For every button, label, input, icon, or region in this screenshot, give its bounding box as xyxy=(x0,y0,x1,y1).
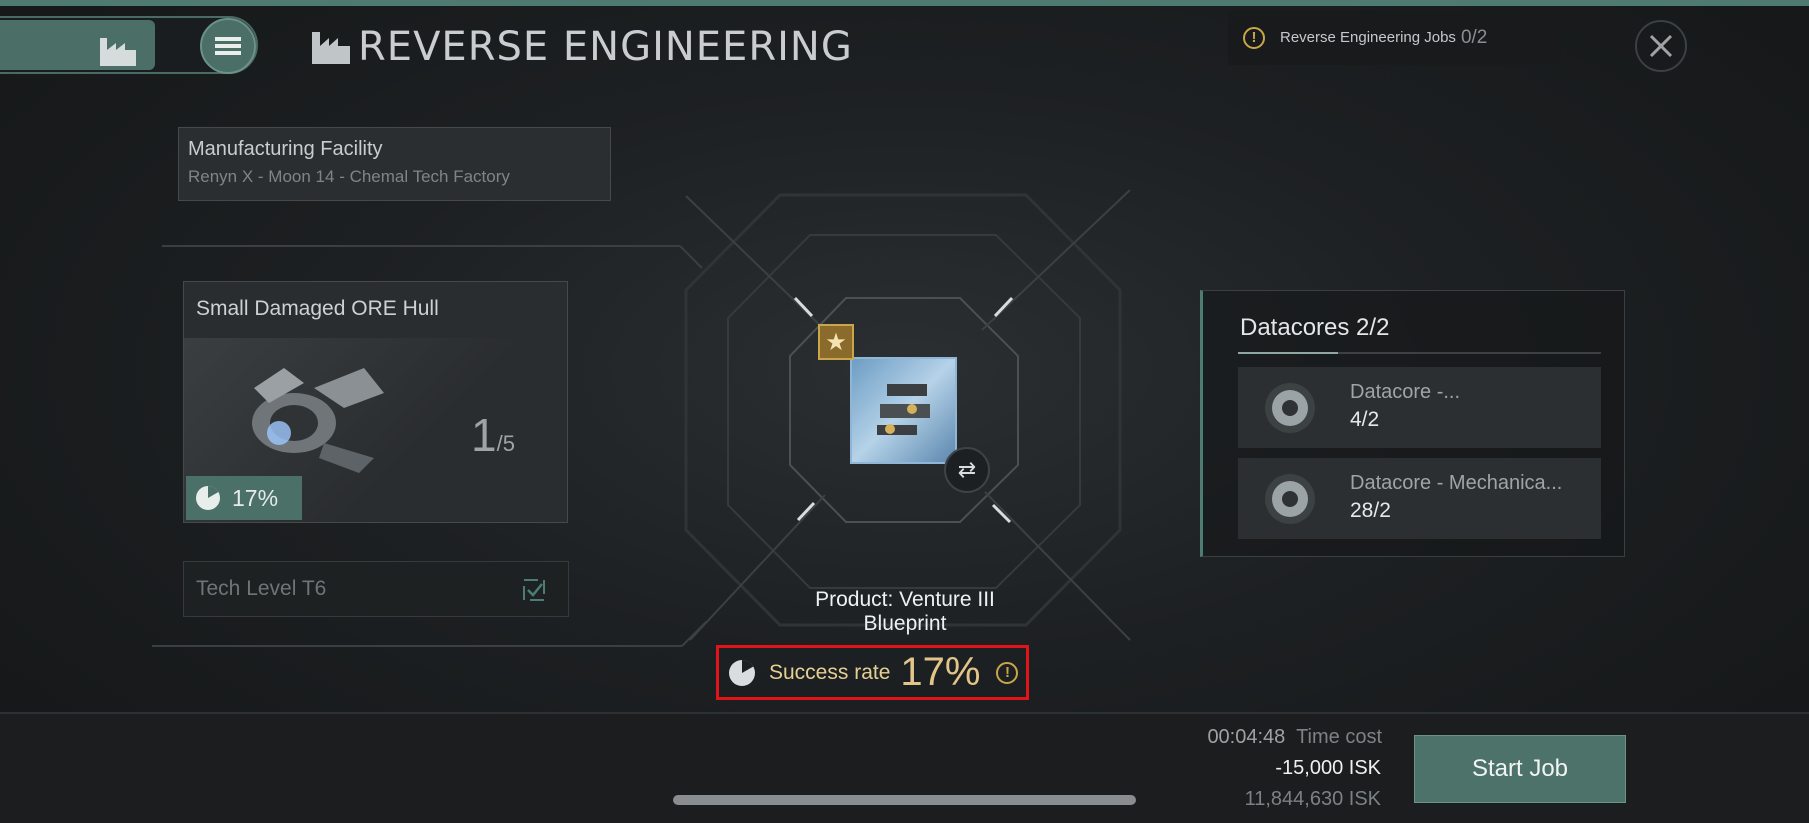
jobs-count: 0/2 xyxy=(1460,26,1488,48)
success-rate: Success rate 17% ! xyxy=(716,645,1029,700)
quantity-total: /5 xyxy=(496,431,515,456)
datacores-title: Datacores 2/2 xyxy=(1240,314,1390,341)
hamburger-icon xyxy=(215,34,241,58)
datacore-count: 28/2 xyxy=(1350,499,1391,522)
menu-button[interactable] xyxy=(200,18,256,74)
datacore-icon xyxy=(1265,383,1315,433)
tech-level-label: Tech Level T6 xyxy=(196,577,327,600)
datacore-item[interactable]: Datacore -... 4/2 xyxy=(1238,367,1601,448)
venture-ship-icon xyxy=(877,384,930,435)
isk-balance: 11,844,630 ISK xyxy=(1244,788,1381,810)
facility-box[interactable]: Manufacturing Facility Renyn X - Moon 14… xyxy=(178,127,611,201)
swap-arrows-icon: ⇄ xyxy=(957,457,977,482)
item-name: Small Damaged ORE Hull xyxy=(184,282,567,338)
time-label: Time cost xyxy=(1296,726,1382,748)
info-warning-icon[interactable]: ! xyxy=(996,661,1019,684)
datacore-name: Datacore - Mechanica... xyxy=(1350,472,1563,494)
star-icon: ★ xyxy=(818,324,854,360)
success-rate-value: 17% xyxy=(900,650,981,694)
input-item-card[interactable]: Small Damaged ORE Hull 1/5 17% xyxy=(183,281,568,523)
close-button[interactable] xyxy=(1635,20,1687,72)
home-indicator[interactable] xyxy=(673,795,1136,805)
datacore-icon xyxy=(1265,474,1315,524)
item-quantity: 1/5 xyxy=(471,408,515,462)
time-value: 00:04:48 xyxy=(1207,726,1286,748)
jobs-indicator[interactable]: ! Reverse Engineering Jobs 0/2 xyxy=(1228,10,1561,65)
facility-label: Manufacturing Facility xyxy=(188,138,383,160)
tech-level-select[interactable]: Tech Level T6 xyxy=(183,561,569,617)
hull-image xyxy=(252,368,384,473)
isk-cost: -15,000 ISK xyxy=(1275,757,1381,779)
product-label: Product: Venture III Blueprint xyxy=(815,588,995,635)
warning-icon: ! xyxy=(1243,26,1265,49)
close-icon xyxy=(1649,34,1673,58)
datacore-item[interactable]: Datacore - Mechanica... 28/2 xyxy=(1238,458,1601,539)
page-title: REVERSE ENGINEERING xyxy=(358,24,853,70)
time-cost: 00:04:48 Time cost xyxy=(1120,726,1382,749)
datacore-count: 4/2 xyxy=(1350,408,1380,431)
factory-icon xyxy=(98,30,138,73)
start-job-button[interactable]: Start Job xyxy=(1414,735,1626,803)
quantity-value: 1 xyxy=(471,409,497,461)
blueprint-image[interactable] xyxy=(850,357,957,464)
pie-chart-icon xyxy=(729,659,755,686)
jobs-label: Reverse Engineering Jobs xyxy=(1280,29,1456,46)
factory-icon xyxy=(310,26,352,71)
industry-tab[interactable] xyxy=(0,20,155,70)
datacore-name: Datacore -... xyxy=(1350,381,1461,403)
pie-chart-icon xyxy=(196,486,220,510)
datacores-progress xyxy=(1238,352,1601,354)
datacores-panel: Datacores 2/2 Datacore -... 4/2 Datacore… xyxy=(1200,290,1625,557)
facility-location: Renyn X - Moon 14 - Chemal Tech Factory xyxy=(188,167,510,186)
success-rate-label: Success rate xyxy=(769,660,891,684)
edit-check-icon xyxy=(523,579,545,601)
item-rate-badge: 17% xyxy=(186,476,302,520)
swap-button[interactable]: ⇄ xyxy=(944,447,990,493)
item-rate-value: 17% xyxy=(232,484,279,511)
